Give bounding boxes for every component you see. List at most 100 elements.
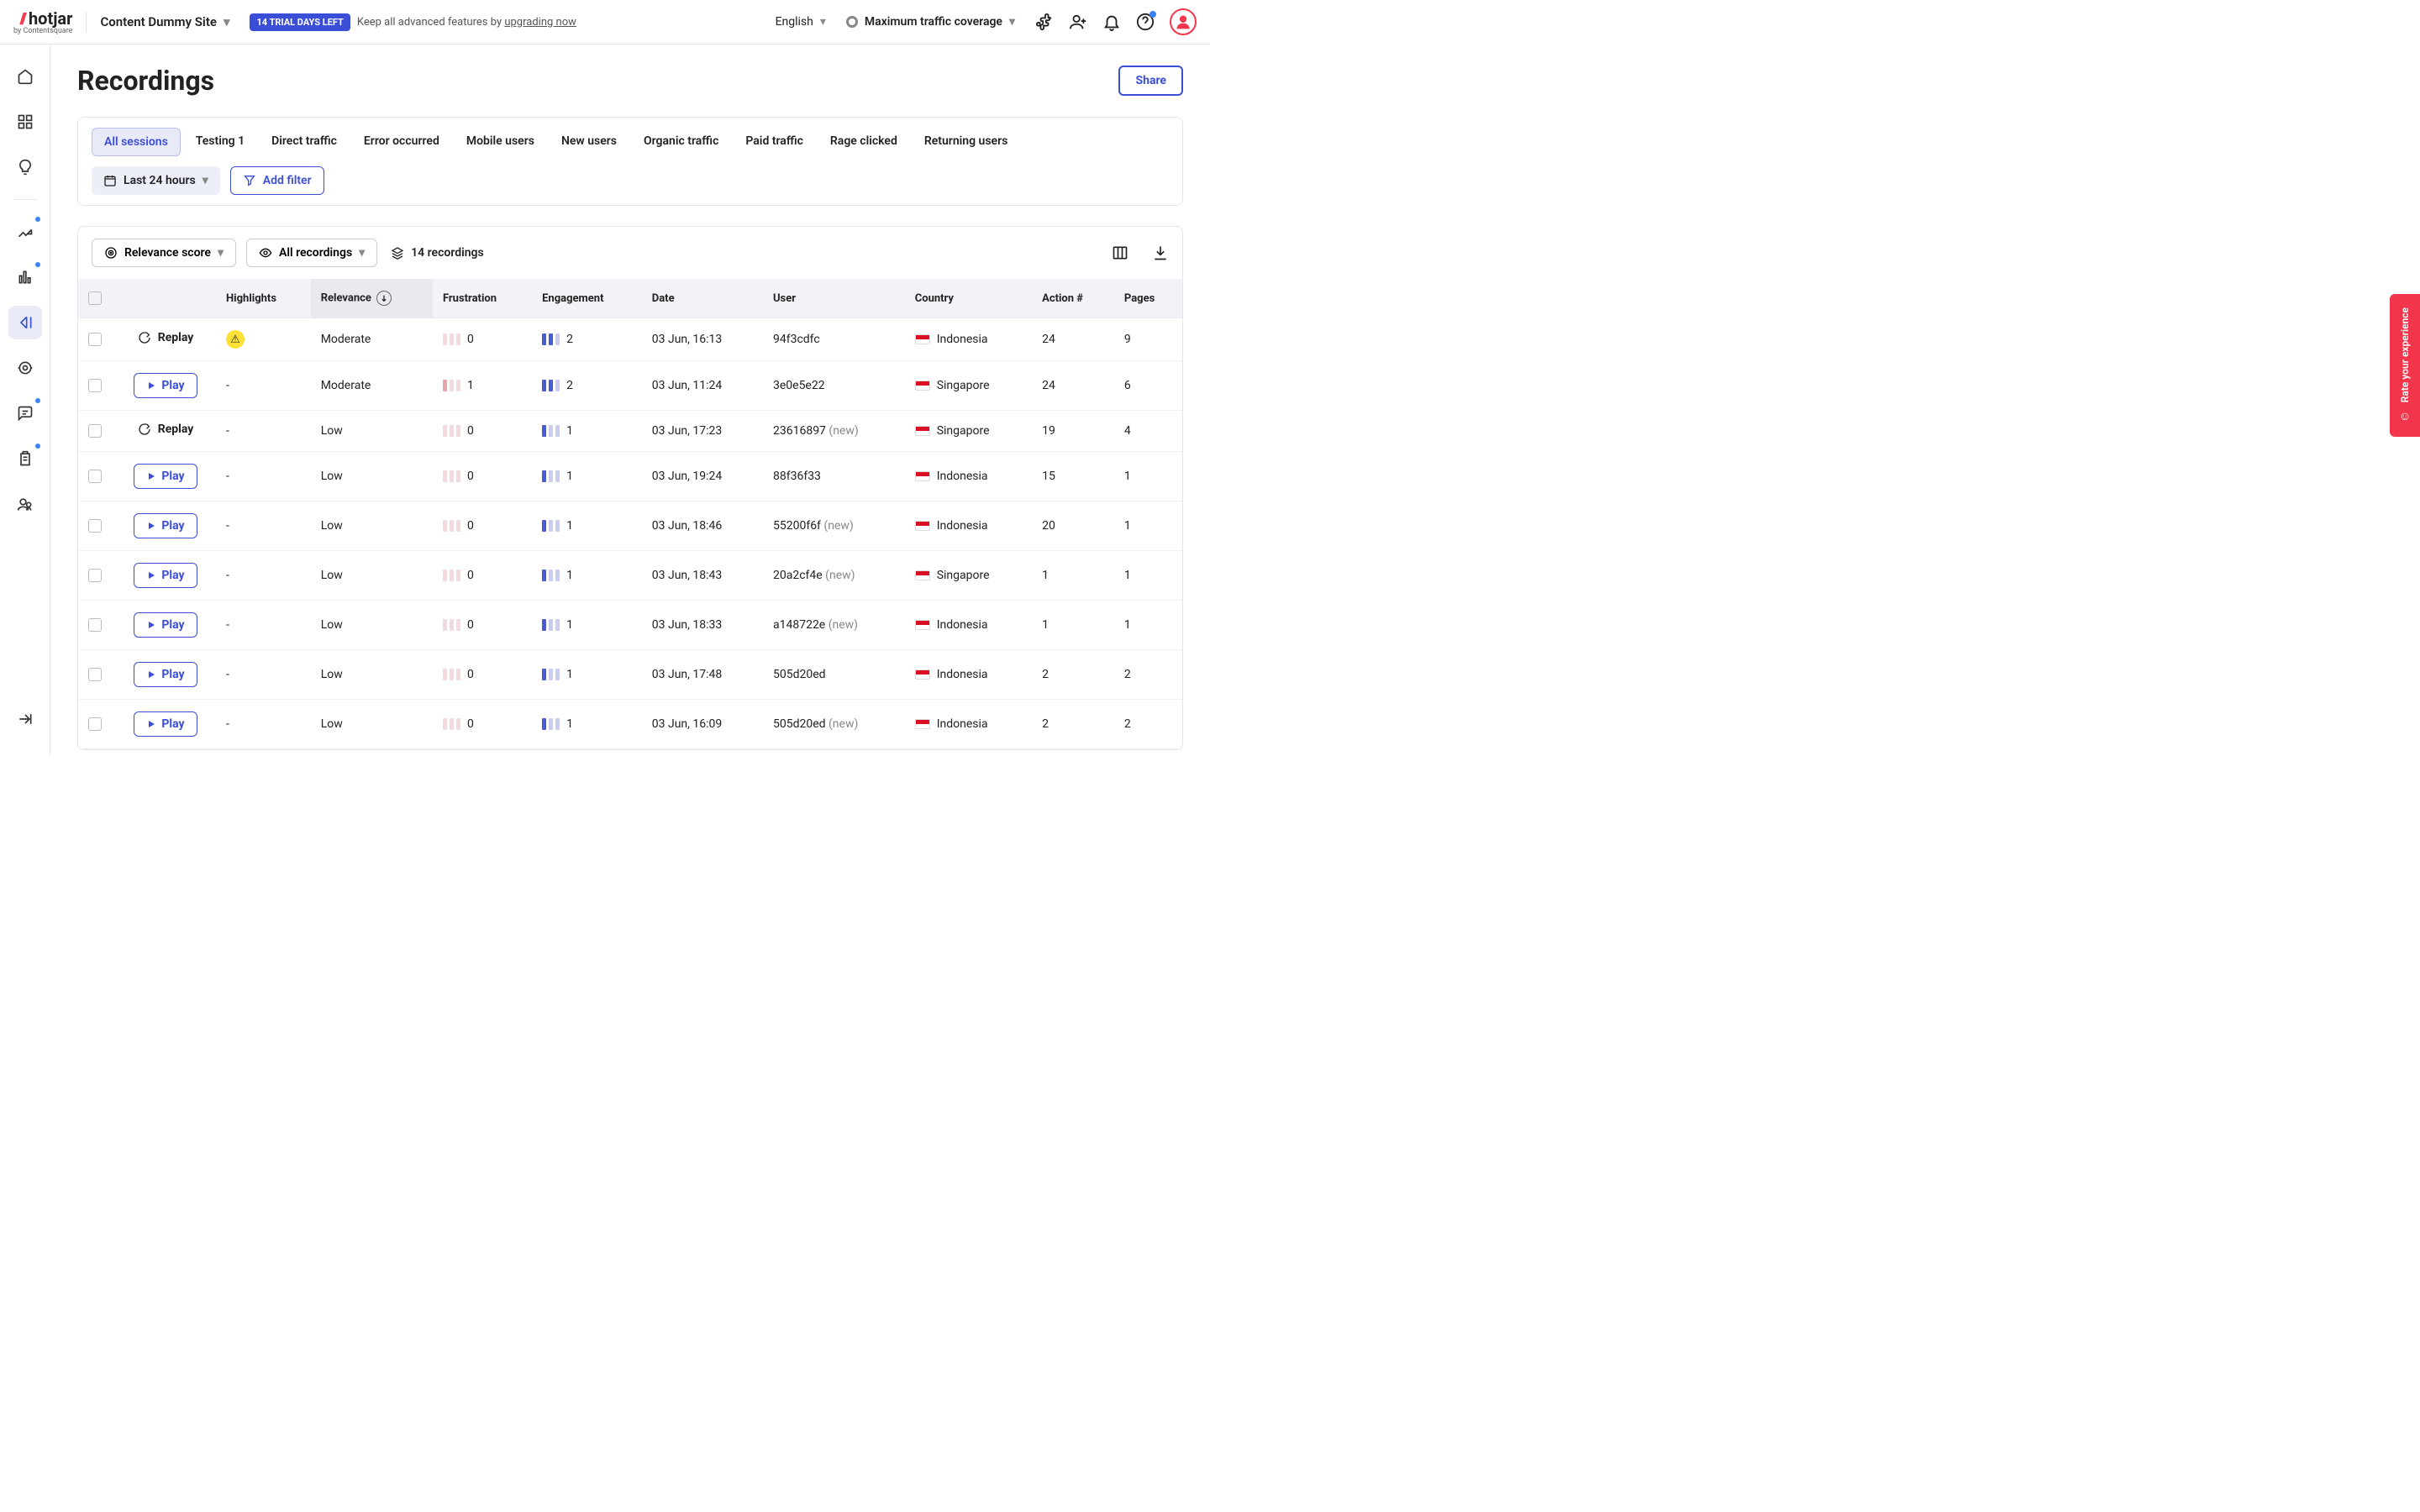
- feedback-tab[interactable]: Rate your experience ☺: [2390, 294, 2420, 437]
- row-checkbox[interactable]: [88, 470, 102, 483]
- language-selector[interactable]: English ▾: [776, 15, 826, 29]
- sidebar-home[interactable]: [8, 60, 42, 93]
- column-header[interactable]: Relevance: [311, 279, 433, 318]
- row-checkbox[interactable]: [88, 569, 102, 582]
- table-row[interactable]: Play-Low0103 Jun, 18:4320a2cf4e (new)Sin…: [78, 551, 1182, 601]
- warning-icon: ⚠: [226, 330, 245, 349]
- upgrade-link[interactable]: upgrading now: [504, 16, 576, 29]
- add-filter-button[interactable]: Add filter: [230, 166, 324, 195]
- table-row[interactable]: Replay-Low0103 Jun, 17:2323616897 (new)S…: [78, 411, 1182, 452]
- column-header[interactable]: Action #: [1032, 279, 1114, 318]
- segment-tab[interactable]: New users: [550, 128, 629, 156]
- segment-tab[interactable]: Error occurred: [352, 128, 451, 156]
- play-icon: [146, 570, 156, 580]
- chevron-down-icon: ▾: [218, 246, 224, 260]
- segment-tab[interactable]: Mobile users: [455, 128, 546, 156]
- share-button[interactable]: Share: [1118, 66, 1183, 96]
- play-button[interactable]: Play: [134, 711, 197, 737]
- sidebar-collapse[interactable]: [8, 702, 42, 736]
- logo[interactable]: // hotjar by Contentsquare: [13, 8, 72, 35]
- play-icon: [146, 471, 156, 481]
- segment-tab[interactable]: Direct traffic: [260, 128, 349, 156]
- column-header[interactable]: Frustration: [433, 279, 532, 318]
- engagement-cell: 1: [532, 501, 642, 551]
- row-checkbox[interactable]: [88, 424, 102, 438]
- sidebar-surveys[interactable]: [8, 442, 42, 475]
- invite-user-icon[interactable]: [1069, 13, 1087, 31]
- sidebar-dashboards[interactable]: [8, 105, 42, 139]
- table-row[interactable]: Play-Low0103 Jun, 19:2488f36f33Indonesia…: [78, 452, 1182, 501]
- actions-cell: 15: [1032, 452, 1114, 501]
- sidebar-heatmaps[interactable]: [8, 260, 42, 294]
- segment-tab[interactable]: All sessions: [92, 128, 181, 156]
- play-button[interactable]: Play: [134, 662, 197, 687]
- play-button[interactable]: Play: [134, 373, 197, 398]
- sidebar-feedback[interactable]: [8, 396, 42, 430]
- notifications-icon[interactable]: [1102, 13, 1121, 31]
- sidebar-interviews[interactable]: [8, 487, 42, 521]
- pages-cell: 6: [1114, 361, 1182, 411]
- play-button[interactable]: Play: [134, 464, 197, 489]
- column-header[interactable]: Date: [642, 279, 763, 318]
- table-row[interactable]: Play-Low0103 Jun, 18:33a148722e (new)Ind…: [78, 601, 1182, 650]
- segment-tab[interactable]: Returning users: [913, 128, 1019, 156]
- integrations-icon[interactable]: [1035, 13, 1054, 31]
- segment-tab[interactable]: Organic traffic: [632, 128, 730, 156]
- column-header[interactable]: Country: [905, 279, 1032, 318]
- row-checkbox[interactable]: [88, 519, 102, 533]
- logo-flame-icon: //: [19, 10, 24, 28]
- download-button[interactable]: [1152, 244, 1169, 261]
- sidebar-funnels[interactable]: [8, 351, 42, 385]
- row-checkbox[interactable]: [88, 668, 102, 681]
- country-cell: Indonesia: [905, 601, 1032, 650]
- site-selector[interactable]: Content Dummy Site ▾: [100, 14, 229, 29]
- highlights-cell: ⚠: [216, 318, 311, 361]
- column-header[interactable]: Pages: [1114, 279, 1182, 318]
- date-cell: 03 Jun, 17:23: [642, 411, 763, 452]
- user-avatar[interactable]: [1170, 8, 1197, 35]
- column-header[interactable]: Highlights: [216, 279, 311, 318]
- traffic-label: Maximum traffic coverage: [865, 15, 1002, 29]
- replay-button[interactable]: Replay: [138, 423, 194, 436]
- segment-tab[interactable]: Rage clicked: [818, 128, 909, 156]
- country-cell: Indonesia: [905, 452, 1032, 501]
- replay-button[interactable]: Replay: [138, 331, 194, 344]
- play-button[interactable]: Play: [134, 563, 197, 588]
- filter-icon: [243, 174, 256, 187]
- table-row[interactable]: Play-Low0103 Jun, 18:4655200f6f (new)Ind…: [78, 501, 1182, 551]
- row-checkbox[interactable]: [88, 379, 102, 392]
- date-range-selector[interactable]: Last 24 hours ▾: [92, 166, 220, 195]
- view-selector[interactable]: All recordings ▾: [246, 239, 377, 267]
- sidebar-trends[interactable]: [8, 215, 42, 249]
- replay-icon: [138, 423, 151, 436]
- row-checkbox[interactable]: [88, 618, 102, 632]
- chevron-down-icon: ▾: [1009, 15, 1015, 29]
- actions-cell: 1: [1032, 601, 1114, 650]
- sort-selector[interactable]: Relevance score ▾: [92, 239, 236, 267]
- play-button[interactable]: Play: [134, 612, 197, 638]
- relevance-cell: Low: [311, 601, 433, 650]
- select-all-checkbox[interactable]: [88, 291, 102, 305]
- sidebar-highlights[interactable]: [8, 150, 42, 184]
- table-row[interactable]: Play-Low0103 Jun, 17:48505d20edIndonesia…: [78, 650, 1182, 700]
- sidebar-recordings[interactable]: [8, 306, 42, 339]
- play-button[interactable]: Play: [134, 513, 197, 538]
- pages-cell: 2: [1114, 650, 1182, 700]
- relevance-cell: Moderate: [311, 361, 433, 411]
- traffic-selector[interactable]: Maximum traffic coverage ▾: [846, 15, 1015, 29]
- column-header[interactable]: User: [763, 279, 905, 318]
- columns-button[interactable]: [1112, 244, 1128, 261]
- row-checkbox[interactable]: [88, 333, 102, 346]
- user-cell: 3e0e5e22: [763, 361, 905, 411]
- segment-tab[interactable]: Paid traffic: [734, 128, 815, 156]
- row-checkbox[interactable]: [88, 717, 102, 731]
- table-row[interactable]: Replay⚠Moderate0203 Jun, 16:1394f3cdfcIn…: [78, 318, 1182, 361]
- highlights-cell: -: [216, 700, 311, 749]
- segment-tab[interactable]: Testing 1: [184, 128, 256, 156]
- table-row[interactable]: Play-Low0103 Jun, 16:09505d20ed (new)Ind…: [78, 700, 1182, 749]
- trial-badge: 14 TRIAL DAYS LEFT: [250, 13, 350, 31]
- table-row[interactable]: Play-Moderate1203 Jun, 11:243e0e5e22Sing…: [78, 361, 1182, 411]
- help-icon[interactable]: [1136, 13, 1155, 31]
- engagement-cell: 1: [532, 700, 642, 749]
- column-header[interactable]: Engagement: [532, 279, 642, 318]
